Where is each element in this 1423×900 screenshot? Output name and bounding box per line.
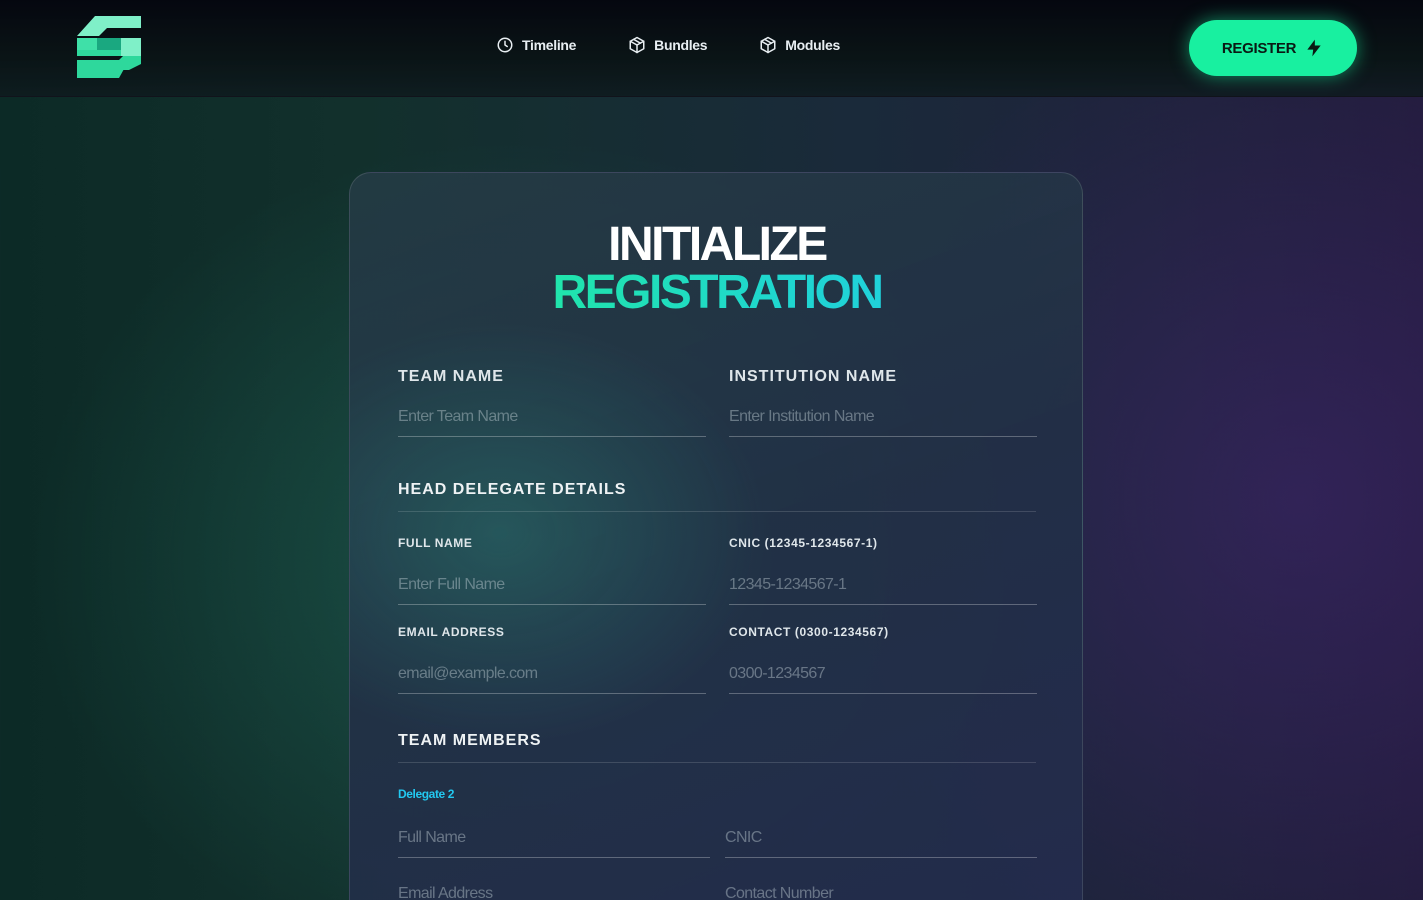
institution-name-input[interactable] xyxy=(729,408,1037,437)
member-contact-field xyxy=(725,885,1037,900)
team-name-field: TEAM NAME xyxy=(398,368,706,437)
full-name-input[interactable] xyxy=(398,576,706,605)
contact-input[interactable] xyxy=(729,665,1037,694)
nav-modules[interactable]: Modules xyxy=(759,36,840,54)
lightning-icon xyxy=(1307,39,1321,57)
box-icon xyxy=(760,36,776,54)
contact-label: CONTACT (0300-1234567) xyxy=(729,625,889,639)
title-line-1: INITIALIZE xyxy=(608,218,828,271)
team-name-input[interactable] xyxy=(398,408,706,437)
delegate-2-label: Delegate 2 xyxy=(398,787,455,801)
member-contact-input[interactable] xyxy=(725,885,1037,900)
page-title: INITIALIZE REGISTRATION xyxy=(350,221,1084,317)
top-navbar: Timeline Bundles Modules REGISTER xyxy=(0,0,1423,97)
member-email-field xyxy=(398,885,710,900)
member-email-input[interactable] xyxy=(398,885,710,900)
cnic-field: CNIC (12345-1234567-1) xyxy=(729,536,1037,605)
full-name-label: FULL NAME xyxy=(398,536,473,550)
contact-field: CONTACT (0300-1234567) xyxy=(729,625,1037,694)
nav-bundles[interactable]: Bundles xyxy=(628,36,708,54)
cnic-input[interactable] xyxy=(729,576,1037,605)
email-input[interactable] xyxy=(398,665,706,694)
registration-card: INITIALIZE REGISTRATION TEAM NAME INSTIT… xyxy=(349,172,1083,900)
head-delegate-section-title: HEAD DELEGATE DETAILS xyxy=(398,481,1036,512)
title-line-2: REGISTRATION xyxy=(350,269,1084,317)
nav-bundles-label: Bundles xyxy=(654,37,708,53)
main-nav: Timeline Bundles Modules xyxy=(496,36,840,54)
email-field: EMAIL ADDRESS xyxy=(398,625,706,694)
institution-name-label: INSTITUTION NAME xyxy=(729,368,897,385)
team-name-label: TEAM NAME xyxy=(398,368,504,385)
member-full-name-input[interactable] xyxy=(398,829,710,858)
email-label: EMAIL ADDRESS xyxy=(398,625,505,639)
full-name-field: FULL NAME xyxy=(398,536,706,605)
cnic-label: CNIC (12345-1234567-1) xyxy=(729,536,878,550)
nav-timeline-label: Timeline xyxy=(522,37,577,53)
logo-icon[interactable] xyxy=(77,16,141,80)
nav-timeline[interactable]: Timeline xyxy=(496,36,576,54)
member-cnic-field xyxy=(725,829,1037,858)
team-members-section-title: TEAM MEMBERS xyxy=(398,732,1036,763)
clock-icon xyxy=(497,37,513,53)
register-button-label: REGISTER xyxy=(1221,39,1297,57)
nav-modules-label: Modules xyxy=(785,37,840,53)
register-button[interactable]: REGISTER xyxy=(1189,20,1357,76)
box-icon xyxy=(629,36,645,54)
institution-name-field: INSTITUTION NAME xyxy=(729,368,1037,437)
member-cnic-input[interactable] xyxy=(725,829,1037,858)
member-full-name-field xyxy=(398,829,710,858)
